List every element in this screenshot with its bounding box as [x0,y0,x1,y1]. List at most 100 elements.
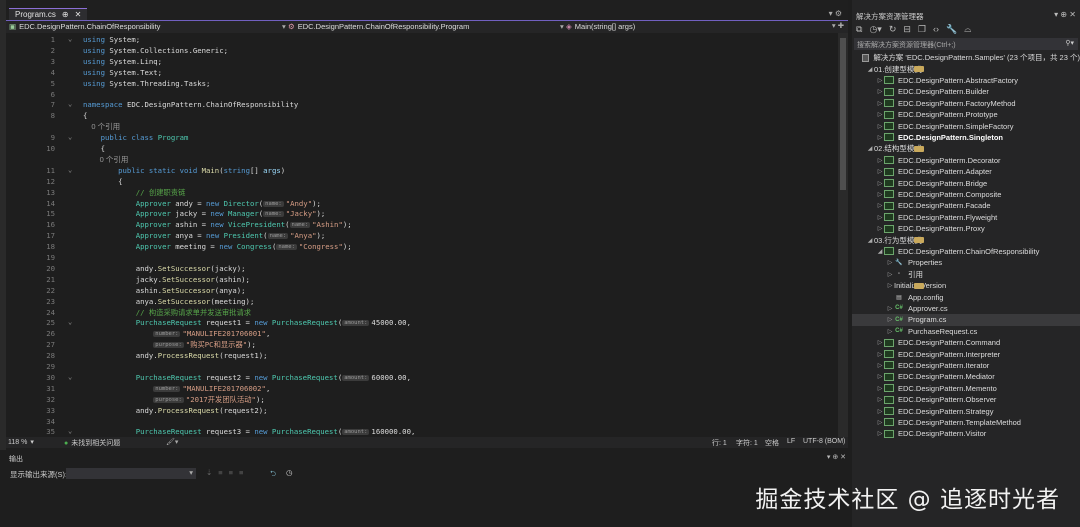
tree-item[interactable]: ◢ 01.创建型模式 [852,63,1080,74]
tree-item[interactable]: ▤ App.config [852,291,1080,302]
tree-item[interactable]: ▷InitializeVersion [852,280,1080,291]
expander-icon[interactable]: ▷ [876,430,884,437]
tree-item[interactable]: ▷ EDC.DesignPattern.Strategy [852,405,1080,416]
close-icon[interactable]: ✕ [75,10,82,19]
tree-item[interactable]: ▷ ▫ 引用 [852,269,1080,280]
word-wrap-icon[interactable]: ⮌ [270,468,276,481]
expander-icon[interactable]: ▷ [876,157,884,164]
codelens-references[interactable]: 0 个引用 [6,154,838,165]
expander-icon[interactable]: ▷ [876,373,884,380]
tree-item[interactable]: ▷ C# Approver.cs [852,303,1080,314]
expander-icon[interactable]: ▷ [876,351,884,358]
expander-icon[interactable]: ▷ [876,396,884,403]
clock-icon[interactable]: ◷ [286,468,293,477]
expander-icon[interactable]: ▷ [876,77,884,84]
tree-item[interactable]: ▷ EDC.DesignPattern.Command [852,337,1080,348]
chevron-down-icon[interactable]: ▾ [560,22,564,31]
preview-icon[interactable]: ⌓ [964,24,971,35]
tree-item[interactable]: ▷ EDC.DesignPattern.Observer [852,394,1080,405]
expander-icon[interactable]: ▷ [886,282,894,289]
expander-icon[interactable]: ▷ [876,134,884,141]
tree-item[interactable]: ▷ EDC.DesignPattern.Builder [852,86,1080,97]
expander-icon[interactable]: ▷ [876,419,884,426]
tree-item[interactable]: ▷ EDC.DesignPattern.Interpreter [852,348,1080,359]
fold-chevron-icon[interactable]: ⌄ [68,34,72,45]
tree-item[interactable]: ▷ EDC.DesignPattern.TemplateMethod [852,417,1080,428]
expander-icon[interactable]: ▷ [886,316,894,323]
expander-icon[interactable]: ▷ [876,180,884,187]
expander-icon[interactable]: ◢ [876,248,884,255]
tree-item[interactable]: ▷ EDC.DesignPatterm.Decorator [852,155,1080,166]
tree-item[interactable]: ▷ EDC.DesignPattern.Prototype [852,109,1080,120]
tree-item[interactable]: ▷ EDC.DesignPattern.Mediator [852,371,1080,382]
reference-count[interactable]: 0 个引用 [83,154,129,165]
tree-item[interactable]: ▷ EDC.DesignPattern.AbstractFactory [852,75,1080,86]
solution-search-input[interactable]: 搜索解决方案资源管理器(Ctrl+;) ⚲▾ [854,38,1078,50]
chevron-down-icon[interactable]: ▾ [282,22,286,31]
panel-window-controls[interactable]: ▾ ⊕ ✕ [1054,10,1076,19]
whitespace-indicator[interactable]: 空格 [765,438,779,448]
expander-icon[interactable]: ▷ [876,88,884,95]
expander-icon[interactable]: ▷ [886,271,894,278]
show-all-files-icon[interactable]: ❐ [918,24,926,35]
expander-icon[interactable]: ▷ [886,305,894,312]
brush-icon[interactable]: 🖌▾ [166,438,178,446]
switch-views-icon[interactable]: ⧉ [856,24,862,35]
expander-icon[interactable]: ▷ [876,111,884,118]
fold-chevron-icon[interactable]: ⌄ [68,426,72,437]
panel-window-controls[interactable]: ▾ ⊕ ✕ [827,453,846,461]
collapse-all-icon[interactable]: ⊟ [903,24,911,35]
tree-item[interactable]: ▷ EDC.DesignPattern.Iterator [852,360,1080,371]
pin-icon[interactable]: ⊕ [62,10,69,19]
project-dropdown[interactable]: ▣ EDC.DesignPattern.ChainOfResponsibility [9,22,160,31]
expander-icon[interactable]: ▷ [876,100,884,107]
tree-item[interactable]: ▷ 🔧 Properties [852,257,1080,268]
output-toolbar-icons[interactable]: ⇣≡≡≡ [206,468,249,477]
expander-icon[interactable]: ▷ [886,259,894,266]
tree-item[interactable]: ▷ EDC.DesignPattern.SimpleFactory [852,120,1080,131]
code-editor[interactable]: 1 ⌄ using System; 2 using System.Collections… [6,33,838,437]
tree-item[interactable]: ▷ EDC.DesignPattern.Singleton [852,132,1080,143]
zoom-level[interactable]: 118 % ▾ [8,438,34,447]
expander-icon[interactable]: ▷ [876,408,884,415]
tree-item[interactable]: ◢ 02.结构型模式 [852,143,1080,154]
tree-item[interactable]: ▷ EDC.DesignPattern.Proxy [852,223,1080,234]
expander-icon[interactable]: ▷ [886,328,894,335]
tree-item[interactable]: ▷ EDC.DesignPattern.Bridge [852,177,1080,188]
code-icon[interactable]: ‹› [933,24,939,35]
tree-item[interactable]: 解决方案 'EDC.DesignPattern.Samples' (23 个项目… [852,52,1080,63]
expander-icon[interactable]: ▷ [876,168,884,175]
member-dropdown[interactable]: ◈ Main(string[] args) [566,22,635,31]
add-split-icon[interactable]: ▾ ✚ [832,21,844,30]
expander-icon[interactable]: ▷ [876,191,884,198]
fold-chevron-icon[interactable]: ⌄ [68,99,72,110]
scrollbar-thumb[interactable] [840,38,846,190]
properties-wrench-icon[interactable]: 🔧 [946,24,957,35]
expander-icon[interactable]: ▷ [876,339,884,346]
tree-item[interactable]: ▷ EDC.DesignPattern.Adapter [852,166,1080,177]
fold-chevron-icon[interactable]: ⌄ [68,372,72,383]
fold-chevron-icon[interactable]: ⌄ [68,165,72,176]
tree-item[interactable]: ▷ C# Program.cs [852,314,1080,326]
tree-item[interactable]: ▷ EDC.DesignPattern.Memento [852,383,1080,394]
tab-program-cs[interactable]: Program.cs ⊕ ✕ [9,8,88,20]
encoding-indicator[interactable]: UTF-8 (BOM) [803,438,845,445]
tree-item[interactable]: ▷ EDC.DesignPattern.Composite [852,189,1080,200]
expander-icon[interactable]: ◢ [866,66,874,73]
expander-icon[interactable]: ▷ [876,123,884,130]
expander-icon[interactable]: ◢ [866,145,874,152]
tree-item[interactable]: ◢ 03.行为型模式 [852,234,1080,245]
reference-count[interactable]: 0 个引用 [83,121,120,132]
issues-indicator[interactable]: ● 未找到相关问题 [64,438,120,448]
tree-item[interactable]: ▷ EDC.DesignPattern.Flyweight [852,212,1080,223]
expander-icon[interactable]: ▷ [876,202,884,209]
expander-icon[interactable]: ▷ [876,385,884,392]
output-source-select[interactable]: ▾ [66,468,196,479]
class-dropdown[interactable]: ⚙ EDC.DesignPattern.ChainOfResponsibility… [288,22,469,31]
expander-icon[interactable]: ▷ [876,225,884,232]
fold-chevron-icon[interactable]: ⌄ [68,317,72,328]
tab-dropdown-icon[interactable]: ▾ ⚙ [829,9,842,18]
codelens-references[interactable]: 0 个引用 [6,121,838,132]
expander-icon[interactable]: ▷ [876,362,884,369]
expander-icon[interactable]: ◢ [866,237,874,244]
